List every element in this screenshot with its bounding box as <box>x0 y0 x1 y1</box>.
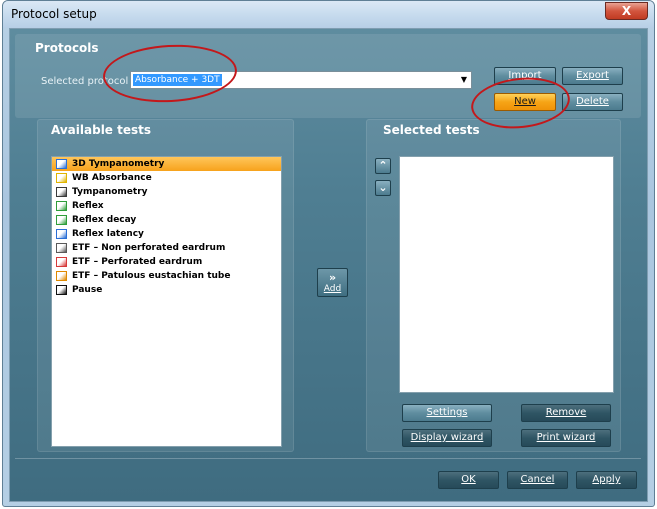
import-button[interactable]: Import <box>494 67 556 85</box>
selected-tests-panel: Selected tests ⌃ ⌄ Settings Remove Displ… <box>366 119 621 452</box>
list-item[interactable]: ETF – Non perforated eardrum <box>52 241 281 255</box>
tympanometry-icon <box>56 187 67 197</box>
available-tests-list[interactable]: 3D Tympanometry WB Absorbance Tympanometry… <box>51 156 282 447</box>
list-item-label: WB Absorbance <box>72 173 152 183</box>
selected-tests-list[interactable] <box>399 156 614 393</box>
list-item[interactable]: ETF – Perforated eardrum <box>52 255 281 269</box>
list-item[interactable]: ETF – Patulous eustachian tube <box>52 269 281 283</box>
display-wizard-button[interactable]: Display wizard <box>402 429 492 447</box>
add-button[interactable]: » Add <box>317 268 348 297</box>
list-item[interactable]: WB Absorbance <box>52 171 281 185</box>
protocols-header: Protocols <box>35 41 99 55</box>
pause-icon <box>56 285 67 295</box>
etf-perforated-icon <box>56 257 67 267</box>
footer-divider <box>15 458 641 459</box>
reflex-decay-icon <box>56 215 67 225</box>
export-button[interactable]: Export <box>562 67 623 85</box>
move-down-button[interactable]: ⌄ <box>375 180 391 196</box>
list-item-label: ETF – Patulous eustachian tube <box>72 271 231 281</box>
ok-button[interactable]: OK <box>438 471 499 489</box>
tympanometry-3d-icon <box>56 159 67 169</box>
protocols-panel: Protocols Selected protocol : Absorbance… <box>15 34 641 118</box>
selected-tests-header: Selected tests <box>383 123 480 137</box>
absorbance-icon <box>56 173 67 183</box>
reflex-icon <box>56 201 67 211</box>
double-chevron-right-icon: » <box>328 271 337 284</box>
double-chevron-down-icon: ⌄ <box>378 181 388 194</box>
list-item[interactable]: Tympanometry <box>52 185 281 199</box>
list-item[interactable]: Pause <box>52 283 281 297</box>
new-button[interactable]: New <box>494 93 556 111</box>
list-item-label: 3D Tympanometry <box>72 159 165 169</box>
add-button-label: Add <box>323 284 342 294</box>
title-bar[interactable]: Protocol setup X <box>3 1 654 28</box>
list-item-label: Pause <box>72 285 103 295</box>
list-item-label: Tympanometry <box>72 187 148 197</box>
close-button[interactable]: X <box>605 2 648 20</box>
window-title: Protocol setup <box>11 7 97 21</box>
remove-button[interactable]: Remove <box>521 404 611 422</box>
settings-button[interactable]: Settings <box>402 404 492 422</box>
selected-protocol-dropdown[interactable]: Absorbance + 3DT ▼ <box>130 71 472 89</box>
close-icon: X <box>621 4 632 18</box>
selected-protocol-value: Absorbance + 3DT <box>133 74 222 86</box>
print-wizard-button[interactable]: Print wizard <box>521 429 611 447</box>
list-item-label: Reflex decay <box>72 215 137 225</box>
list-item-label: ETF – Perforated eardrum <box>72 257 203 267</box>
list-item-label: ETF – Non perforated eardrum <box>72 243 226 253</box>
list-item[interactable]: Reflex latency <box>52 227 281 241</box>
delete-button[interactable]: Delete <box>562 93 623 111</box>
apply-button[interactable]: Apply <box>576 471 637 489</box>
available-tests-header: Available tests <box>51 123 152 137</box>
list-item[interactable]: Reflex decay <box>52 213 281 227</box>
cancel-button[interactable]: Cancel <box>507 471 568 489</box>
list-item-label: Reflex latency <box>72 229 144 239</box>
move-up-button[interactable]: ⌃ <box>375 158 391 174</box>
available-tests-panel: Available tests 3D Tympanometry WB Absorb… <box>37 119 294 452</box>
dialog-client-area: Protocols Selected protocol : Absorbance… <box>9 28 648 502</box>
etf-non-perforated-icon <box>56 243 67 253</box>
list-item[interactable]: 3D Tympanometry <box>52 157 281 171</box>
list-item-label: Reflex <box>72 201 104 211</box>
list-item[interactable]: Reflex <box>52 199 281 213</box>
etf-patulous-icon <box>56 271 67 281</box>
protocol-setup-window: Protocol setup X Protocols Selected prot… <box>2 0 655 507</box>
selected-protocol-label: Selected protocol : <box>41 76 135 87</box>
double-chevron-up-icon: ⌃ <box>378 159 388 172</box>
chevron-down-icon[interactable]: ▼ <box>461 75 467 84</box>
reflex-latency-icon <box>56 229 67 239</box>
